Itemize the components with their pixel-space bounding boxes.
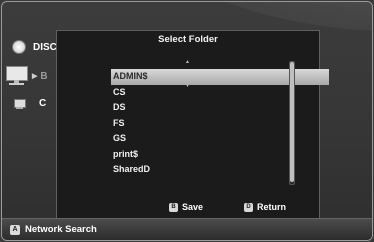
network-search-label: Network Search (25, 224, 97, 235)
folder-item-fs[interactable]: FS (111, 116, 329, 132)
return-label: Return (257, 202, 286, 212)
folder-list: ADMIN$ CS DS FS GS print$ SharedD (111, 69, 329, 178)
network-search-button[interactable]: A Network Search (10, 224, 97, 235)
scrollbar-thumb[interactable] (290, 62, 294, 182)
arrow-right-icon: ▶ (32, 73, 38, 80)
folder-item-gs[interactable]: GS (111, 131, 329, 147)
return-button[interactable]: D Return (244, 202, 286, 212)
sidebar-item-label: B (40, 70, 48, 82)
dialog-title: Select Folder (158, 34, 218, 45)
dialog-footer: B Save D Return (57, 202, 319, 214)
key-b-icon: B (169, 202, 178, 212)
main-screen: DISC ▶ B C Select Folder ▲ ▼ ADMIN$ CS D… (1, 1, 373, 241)
disc-icon (12, 40, 26, 54)
save-button[interactable]: B Save (169, 202, 203, 212)
computer-icon (14, 98, 26, 109)
computer-icon (6, 66, 28, 86)
key-a-icon: A (10, 224, 20, 235)
scrollbar[interactable] (289, 61, 295, 185)
select-folder-dialog: Select Folder ▲ ▼ ADMIN$ CS DS FS GS pri… (56, 30, 329, 220)
sidebar-item-disc[interactable]: DISC (12, 40, 57, 54)
sidebar-item-c[interactable]: C (14, 98, 46, 109)
save-label: Save (182, 202, 204, 212)
folder-item-print[interactable]: print$ (111, 147, 329, 163)
folder-item-shared[interactable]: SharedD (111, 162, 329, 178)
key-d-icon: D (244, 202, 253, 212)
folder-item-admin[interactable]: ADMIN$ (111, 69, 329, 85)
sidebar-item-label: C (39, 98, 47, 109)
folder-item-ds[interactable]: DS (111, 100, 329, 116)
scroll-up-icon[interactable]: ▲ (185, 59, 190, 65)
bottom-bar: A Network Search (2, 218, 372, 240)
folder-item-cs[interactable]: CS (111, 85, 329, 101)
sidebar-item-label: DISC (33, 41, 57, 53)
sidebar-item-b[interactable]: ▶ B (6, 66, 48, 86)
background-decoration (152, 2, 372, 32)
